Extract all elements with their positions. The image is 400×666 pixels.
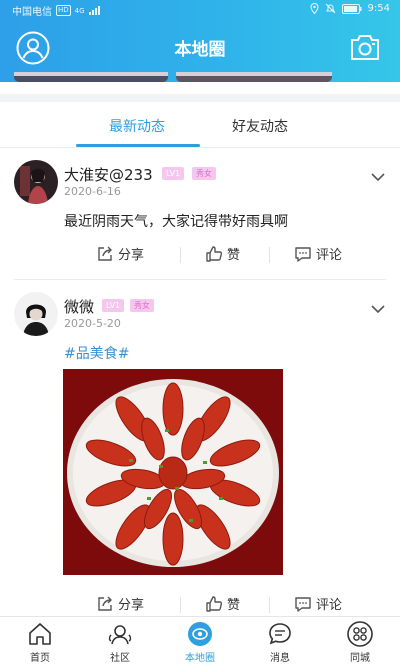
- section-divider: [0, 94, 400, 102]
- page-title: 本地圈: [174, 40, 226, 60]
- post-date: 2020-6-16: [64, 185, 121, 198]
- like-button[interactable]: 赞: [205, 594, 240, 613]
- post-hashtag[interactable]: #品美食#: [64, 343, 129, 363]
- title-bar: 本地圈: [0, 18, 400, 72]
- post-username[interactable]: 大淮安@233: [64, 164, 153, 185]
- level-badge: LV1: [162, 167, 185, 180]
- community-icon: [108, 625, 132, 645]
- avatar[interactable]: [14, 292, 58, 336]
- like-label: 赞: [227, 598, 241, 613]
- network-label: 4G: [74, 6, 85, 15]
- hd-badge: HD: [56, 5, 71, 16]
- mute-icon: [325, 3, 335, 14]
- like-label: 赞: [227, 248, 241, 263]
- action-divider: [269, 247, 270, 263]
- comment-button[interactable]: 评论: [294, 244, 342, 263]
- nav-messages-label: 消息: [270, 653, 290, 664]
- avatar[interactable]: [14, 160, 58, 204]
- comment-button[interactable]: 评论: [294, 594, 342, 613]
- comment-label: 评论: [316, 248, 343, 263]
- share-icon: [98, 246, 112, 261]
- home-icon: [29, 623, 51, 645]
- tab-latest[interactable]: 最新动态: [109, 116, 165, 136]
- camera-icon[interactable]: [350, 33, 380, 61]
- action-divider: [180, 597, 181, 613]
- carrier-label: 中国电信: [12, 7, 52, 18]
- feed-tabs: 最新动态 好友动态: [0, 102, 400, 148]
- app-header: 中国电信 HD 4G 9:54 本地圈: [0, 0, 400, 82]
- share-button[interactable]: 分享: [96, 244, 144, 263]
- clock-label: 9:54: [367, 3, 390, 14]
- level-badge: LV1: [102, 299, 125, 312]
- nav-local-circle-label: 本地圈: [185, 653, 215, 664]
- gender-badge: 秀女: [130, 299, 154, 312]
- banner-image-right[interactable]: [176, 72, 332, 82]
- battery-icon: [341, 3, 362, 14]
- chevron-down-icon[interactable]: [371, 304, 385, 314]
- post-image[interactable]: [63, 369, 283, 575]
- nav-home-label: 首页: [30, 653, 50, 664]
- comment-label: 评论: [316, 598, 343, 613]
- post-username[interactable]: 微微: [64, 296, 94, 317]
- thumbs-up-icon: [206, 595, 223, 612]
- post-actions: 分享 赞 评论: [0, 594, 400, 616]
- share-icon: [98, 596, 112, 611]
- grid-icon: [347, 621, 373, 647]
- action-divider: [269, 597, 270, 613]
- comment-icon: [295, 596, 311, 612]
- nav-community[interactable]: 社区: [90, 621, 150, 664]
- chevron-down-icon[interactable]: [371, 172, 385, 182]
- action-divider: [180, 247, 181, 263]
- banner-image-left[interactable]: [14, 72, 168, 82]
- message-icon: [269, 623, 291, 645]
- local-circle-icon: [188, 622, 212, 646]
- share-button[interactable]: 分享: [96, 594, 144, 613]
- nav-home[interactable]: 首页: [10, 621, 70, 664]
- nav-messages[interactable]: 消息: [250, 621, 310, 664]
- nav-community-label: 社区: [110, 653, 130, 664]
- location-icon: [310, 3, 319, 14]
- tab-friends[interactable]: 好友动态: [232, 116, 288, 136]
- nav-same-city[interactable]: 同城: [330, 621, 390, 664]
- like-button[interactable]: 赞: [205, 244, 240, 263]
- share-label: 分享: [118, 248, 145, 263]
- status-bar: 中国电信 HD 4G 9:54: [0, 0, 400, 18]
- comment-icon: [295, 246, 311, 262]
- gender-badge: 秀女: [192, 167, 216, 180]
- nav-local-circle[interactable]: 本地圈: [170, 621, 230, 664]
- post-date: 2020-5-20: [64, 317, 121, 330]
- bottom-nav: 首页 社区 本地圈 消息 同城: [0, 616, 400, 666]
- tab-active-indicator: [76, 144, 200, 147]
- post-actions: 分享 赞 评论: [0, 244, 400, 266]
- share-label: 分享: [118, 598, 145, 613]
- post-card: 大淮安@233 LV1 秀女 2020-6-16 最近阴雨天气，大家记得带好雨具…: [0, 148, 400, 280]
- thumbs-up-icon: [206, 245, 223, 262]
- post-text: 最近阴雨天气，大家记得带好雨具啊: [64, 214, 288, 230]
- signal-icon: [88, 6, 100, 15]
- nav-same-city-label: 同城: [350, 653, 370, 664]
- crayfish-plate-photo: [63, 369, 283, 575]
